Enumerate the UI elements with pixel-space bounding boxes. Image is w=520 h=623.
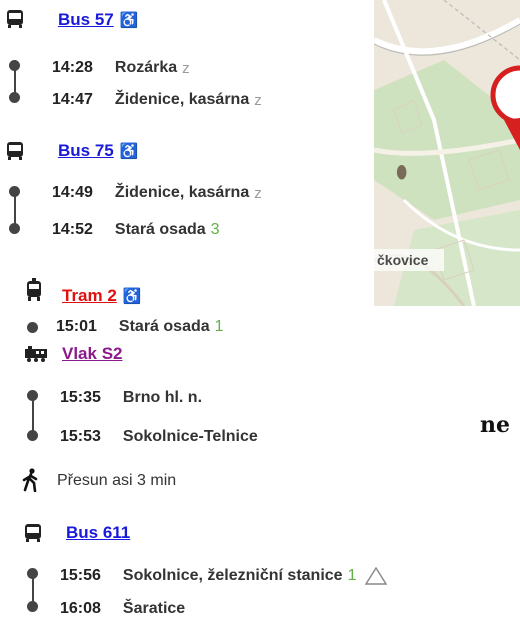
stop-name: Sokolnice, železniční stanice <box>122 567 343 584</box>
stop-dot <box>9 223 20 234</box>
stop-name: Rozárka <box>114 59 178 76</box>
stop-time: 14:49 <box>52 184 93 201</box>
stop-name: Stará osada <box>114 221 206 238</box>
stop-dot <box>27 322 38 333</box>
stop-dot <box>9 186 20 197</box>
stop-dot <box>27 430 38 441</box>
wheelchair-icon: ♿ <box>119 143 139 160</box>
stop-dot <box>9 92 20 103</box>
stop-time: 16:08 <box>60 600 101 617</box>
line-link-train-s2[interactable]: Vlak S2 <box>62 344 123 364</box>
tram-icon <box>27 278 41 301</box>
cut-off-heading: ne <box>480 412 510 438</box>
platform-number: 3 <box>210 221 220 238</box>
platform-number: 1 <box>214 318 224 335</box>
wheelchair-icon: ♿ <box>122 288 142 305</box>
stop-row: 15:35 Brno hl. n. <box>60 384 202 412</box>
stop-row: 14:49 Židenice, kasárna z <box>52 179 262 207</box>
bus-icon <box>7 142 23 160</box>
bus-icon <box>7 10 23 28</box>
line-link-bus-57[interactable]: Bus 57 <box>58 10 114 30</box>
stop-row: 15:53 Sokolnice-Telnice <box>60 423 258 451</box>
wheelchair-icon: ♿ <box>119 12 139 29</box>
train-icon <box>25 346 47 362</box>
stop-name: Brno hl. n. <box>122 389 203 406</box>
request-stop-mark: z <box>254 91 262 109</box>
stop-row: 14:28 Rozárka z <box>52 54 190 82</box>
transfer-text: Přesun asi 3 min <box>57 472 177 489</box>
stop-row: 16:08 Šaratice <box>60 595 185 623</box>
request-stop-mark: z <box>254 184 262 202</box>
stop-dot <box>27 390 38 401</box>
map-place-label: čkovice <box>377 252 429 268</box>
stop-name: Šaratice <box>122 600 186 617</box>
warning-triangle-icon[interactable] <box>365 567 388 585</box>
platform-number: 1 <box>347 567 357 584</box>
bus-icon <box>25 524 41 542</box>
map-pin-icon: ⬮ <box>396 162 408 182</box>
walking-person-icon <box>22 468 38 492</box>
route-map[interactable]: ⬮ čkovice <box>374 0 520 306</box>
stop-dot <box>27 568 38 579</box>
stop-time: 15:53 <box>60 428 101 445</box>
stop-row: 14:47 Židenice, kasárna z <box>52 86 262 114</box>
stop-row: 15:56 Sokolnice, železniční stanice 1 <box>60 562 388 590</box>
stop-time: 15:56 <box>60 567 101 584</box>
stop-time: 14:52 <box>52 221 93 238</box>
stop-time: 14:47 <box>52 91 93 108</box>
stop-time: 15:01 <box>56 318 97 335</box>
stop-name: Sokolnice-Telnice <box>122 428 258 445</box>
stop-name: Stará osada <box>118 318 210 335</box>
line-link-bus-611[interactable]: Bus 611 <box>66 523 130 543</box>
stop-time: 14:28 <box>52 59 93 76</box>
line-link-tram-2[interactable]: Tram 2 <box>62 286 117 306</box>
stop-row: 15:01 Stará osada 1 <box>56 314 224 340</box>
stop-row: 14:52 Stará osada 3 <box>52 216 220 244</box>
stop-name: Židenice, kasárna <box>114 184 250 201</box>
line-link-bus-75[interactable]: Bus 75 <box>58 141 114 161</box>
stop-dot <box>27 601 38 612</box>
request-stop-mark: z <box>182 59 190 77</box>
stop-time: 15:35 <box>60 389 101 406</box>
stop-name: Židenice, kasárna <box>114 91 250 108</box>
stop-dot <box>9 60 20 71</box>
